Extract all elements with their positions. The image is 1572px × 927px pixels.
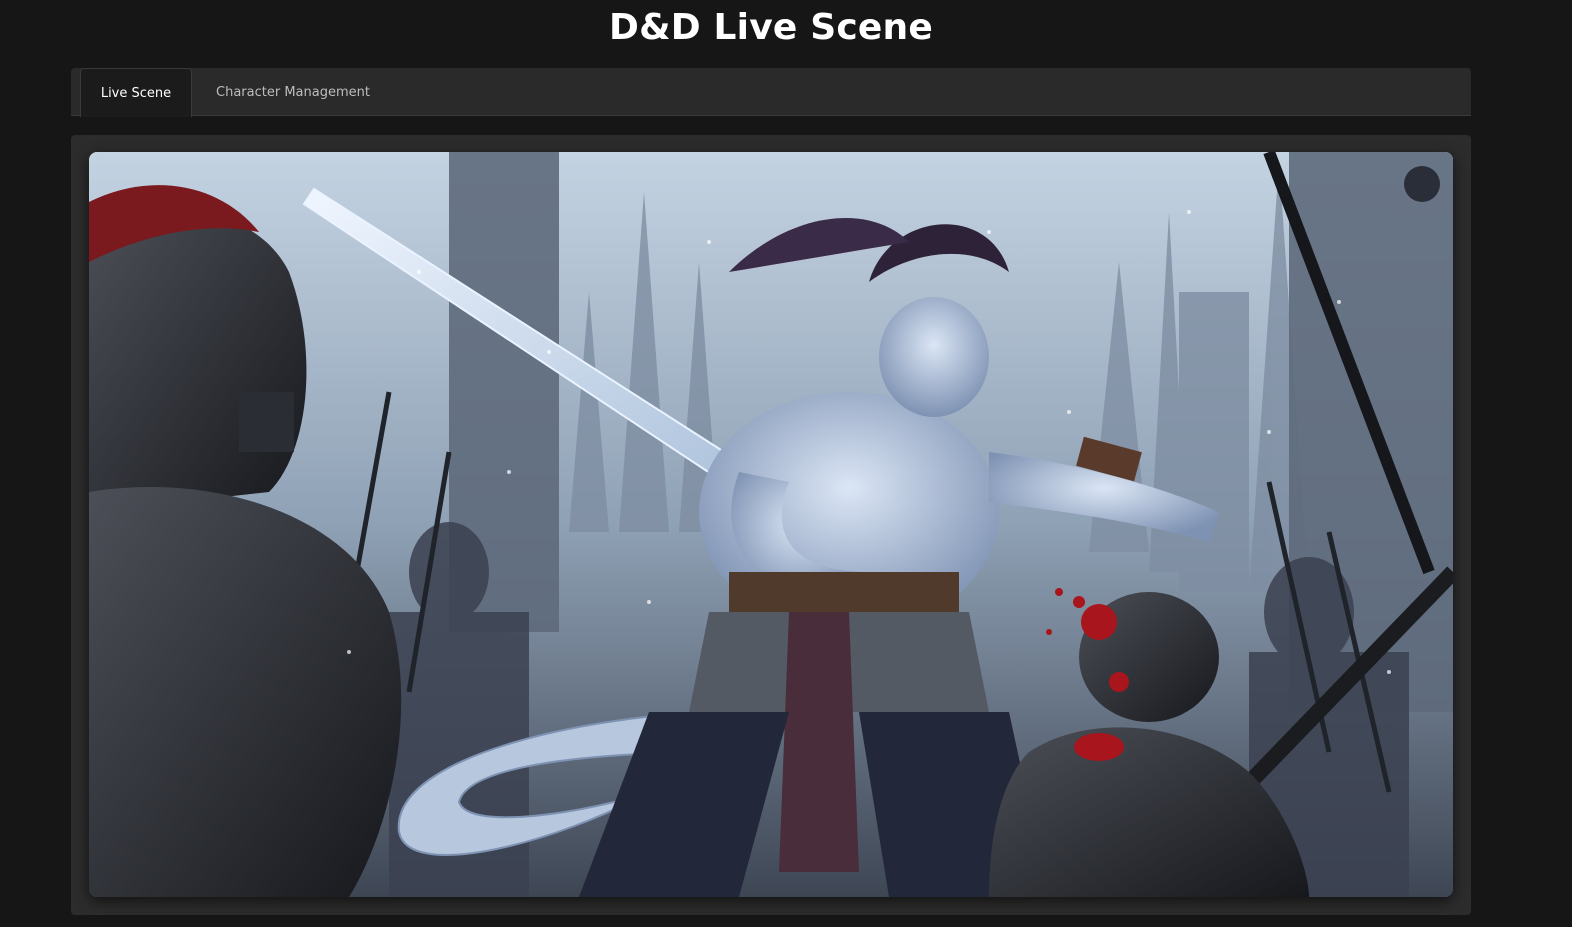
tab-character-management[interactable]: Character Management [216,68,370,116]
scene-image [89,152,1453,897]
circle-button-icon[interactable] [1404,166,1440,202]
scene-panel [71,135,1471,915]
page-title: D&D Live Scene [609,7,933,48]
tab-live-scene[interactable]: Live Scene [80,68,192,117]
tab-bar: Live Scene Character Management [71,68,1471,117]
scene-illustration [89,152,1453,897]
